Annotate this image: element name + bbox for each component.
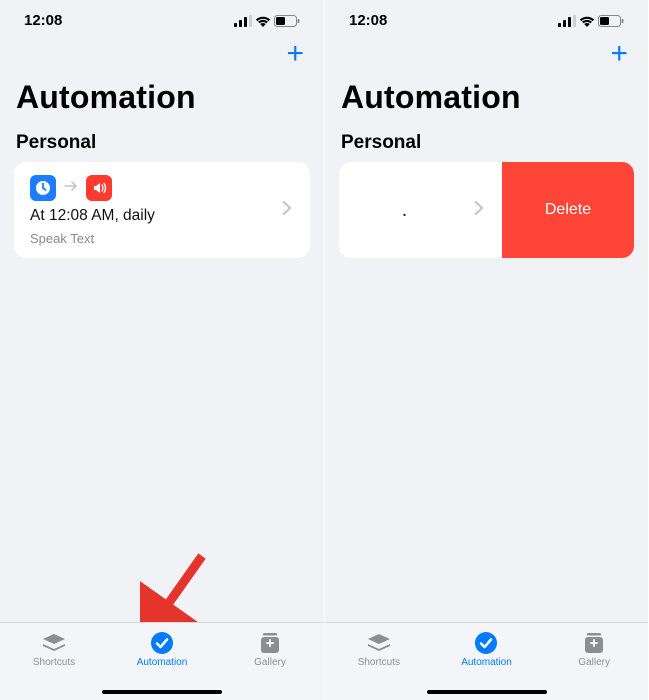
battery-icon	[598, 15, 624, 27]
gallery-icon	[257, 631, 283, 655]
tab-automation-label: Automation	[137, 657, 188, 668]
automation-card[interactable]: At 12:08 AM, daily Speak Text	[14, 162, 310, 258]
status-time: 12:08	[24, 12, 62, 29]
shortcuts-icon	[41, 631, 67, 655]
tab-gallery-label: Gallery	[578, 657, 610, 668]
tab-shortcuts[interactable]: Shortcuts	[334, 631, 424, 668]
phone-right: 12:08 + Automation Personal . Delete	[324, 0, 648, 700]
gallery-icon	[581, 631, 607, 655]
home-indicator[interactable]	[427, 690, 547, 694]
wifi-icon	[255, 15, 271, 27]
automation-tab-icon	[149, 631, 175, 655]
automation-title: At 12:08 AM, daily	[30, 207, 274, 225]
page-title: Automation	[325, 71, 648, 120]
chevron-right-icon	[282, 199, 310, 222]
cellular-icon	[558, 15, 576, 27]
automation-subtitle: Speak Text	[30, 231, 274, 246]
status-indicators	[234, 15, 300, 27]
delete-button[interactable]: Delete	[502, 162, 634, 258]
tab-shortcuts-label: Shortcuts	[358, 657, 400, 668]
status-bar: 12:08	[0, 0, 324, 35]
tab-gallery[interactable]: Gallery	[549, 631, 639, 668]
status-time: 12:08	[349, 12, 387, 29]
tab-gallery-label: Gallery	[254, 657, 286, 668]
tab-shortcuts[interactable]: Shortcuts	[9, 631, 99, 668]
automation-card-swiped[interactable]: . Delete	[339, 162, 634, 258]
battery-icon	[274, 15, 300, 27]
automation-icon-row	[30, 175, 274, 201]
delete-label: Delete	[545, 201, 591, 219]
tab-automation[interactable]: Automation	[117, 631, 207, 668]
speaker-icon	[86, 175, 112, 201]
tab-gallery[interactable]: Gallery	[225, 631, 315, 668]
status-bar: 12:08	[325, 0, 648, 35]
status-indicators	[558, 15, 624, 27]
cellular-icon	[234, 15, 252, 27]
tab-automation-label: Automation	[461, 657, 512, 668]
home-indicator[interactable]	[102, 690, 222, 694]
tab-bar: Shortcuts Automation Gallery	[0, 622, 324, 700]
chevron-right-icon	[474, 199, 502, 222]
wifi-icon	[579, 15, 595, 27]
page-title: Automation	[0, 71, 324, 120]
tab-bar: Shortcuts Automation Gallery	[325, 622, 648, 700]
section-personal: Personal	[0, 120, 324, 162]
add-automation-button[interactable]: +	[286, 39, 304, 69]
clock-icon	[30, 175, 56, 201]
phone-left: 12:08 + Automation Personal	[0, 0, 324, 700]
add-automation-button[interactable]: +	[610, 39, 628, 69]
arrow-right-icon	[64, 179, 78, 196]
shortcuts-icon	[366, 631, 392, 655]
tab-shortcuts-label: Shortcuts	[33, 657, 75, 668]
section-personal: Personal	[325, 120, 648, 162]
automation-tab-icon	[473, 631, 499, 655]
tab-automation[interactable]: Automation	[441, 631, 531, 668]
